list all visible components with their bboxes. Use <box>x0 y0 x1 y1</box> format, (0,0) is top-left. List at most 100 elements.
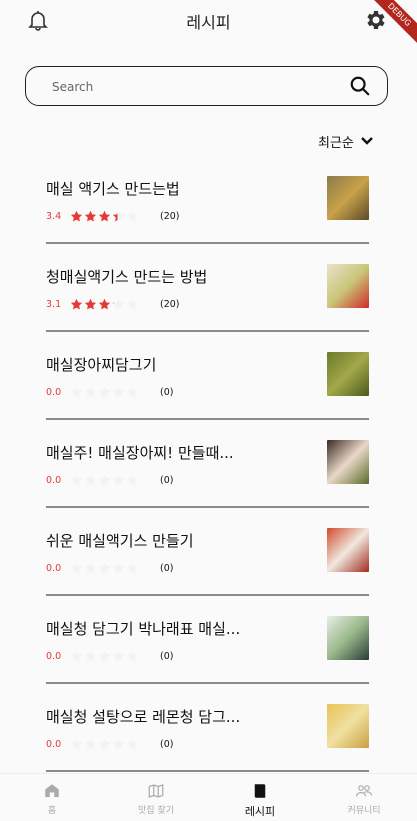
recipe-rating-row: 0.0 (0) <box>46 649 173 663</box>
star-icon <box>98 474 111 485</box>
page-title: 레시피 <box>186 13 231 32</box>
review-count: (0) <box>160 650 174 662</box>
star-icon <box>126 298 139 309</box>
star-icon <box>98 562 111 573</box>
recipe-item[interactable]: 매실청 설탕으로 레몬청 담그... 0.0 (0) <box>46 693 369 781</box>
star-icon <box>112 562 125 573</box>
recipe-item[interactable]: 매실주! 매실장아찌! 만들때... 0.0 (0) <box>46 429 369 517</box>
sort-label: 최근순 <box>318 135 354 151</box>
review-count: (20) <box>160 210 180 222</box>
recipe-thumbnail[interactable] <box>327 704 369 748</box>
nav-item-label: 커뮤니티 <box>347 806 381 816</box>
recipe-thumbnail[interactable] <box>327 616 369 660</box>
review-count: (0) <box>160 562 174 574</box>
recipe-rating-row: 0.0 (0) <box>46 561 173 575</box>
nav-item-label: 레시피 <box>244 805 276 818</box>
sort-dropdown[interactable]: 최근순 <box>318 131 374 151</box>
nav-item-label: 홈 <box>47 806 57 816</box>
search-icon[interactable] <box>349 75 371 97</box>
star-icon <box>70 650 83 661</box>
star-icon <box>98 210 111 221</box>
star-icon <box>98 298 111 309</box>
divider <box>46 594 369 596</box>
star-icon <box>112 650 125 661</box>
recipe-title: 매실청 설탕으로 레몬청 담그... <box>46 708 241 726</box>
divider <box>46 682 369 684</box>
star-icon <box>126 650 139 661</box>
map-icon <box>148 784 164 798</box>
recipe-rating-row: 0.0 (0) <box>46 473 173 487</box>
nav-item[interactable]: 레시피 <box>208 782 312 819</box>
rating-stars <box>70 298 160 311</box>
recipe-item[interactable]: 매실청 담그기 박나래표 매실... 0.0 (0) <box>46 605 369 693</box>
star-icon <box>84 386 97 397</box>
rating-value: 0.0 <box>46 650 62 662</box>
divider <box>46 506 369 508</box>
recipe-thumbnail[interactable] <box>327 528 369 572</box>
rating-value: 0.0 <box>46 562 62 574</box>
recipe-item[interactable]: 청매실액기스 만드는 방법 3.1 (20) <box>46 253 369 341</box>
search-bar <box>25 66 388 106</box>
people-icon <box>355 785 373 797</box>
star-icon <box>98 738 111 749</box>
rating-value: 0.0 <box>46 474 62 486</box>
star-icon <box>70 210 83 221</box>
star-icon <box>112 474 125 485</box>
app-bar: 레시피 <box>0 0 417 40</box>
search-input[interactable] <box>50 76 324 98</box>
star-icon <box>70 298 83 309</box>
rating-stars <box>70 386 160 399</box>
rating-stars <box>70 474 160 487</box>
nav-item[interactable]: 커뮤니티 <box>312 782 416 816</box>
star-icon <box>126 386 139 397</box>
divider <box>46 418 369 420</box>
recipe-title: 매실 액기스 만드는법 <box>46 180 180 198</box>
star-icon <box>112 210 125 221</box>
star-icon <box>84 474 97 485</box>
recipe-item[interactable]: 쉬운 매실액기스 만들기 0.0 (0) <box>46 517 369 605</box>
divider <box>46 770 369 772</box>
rating-stars <box>70 562 160 575</box>
debug-banner-label: DEBUG <box>365 0 417 49</box>
recipe-rating-row: 0.0 (0) <box>46 737 173 751</box>
recipe-title: 매실장아찌담그기 <box>46 356 157 374</box>
rating-value: 0.0 <box>46 738 62 750</box>
review-count: (20) <box>160 298 180 310</box>
star-icon <box>126 738 139 749</box>
star-icon <box>98 650 111 661</box>
recipe-item[interactable]: 매실 액기스 만드는법 3.4 (20) <box>46 165 369 253</box>
recipe-list: 매실 액기스 만드는법 3.4 (20) 청매실액기스 만드는 방법 3.1 (20) 매실… <box>46 165 369 781</box>
star-icon <box>84 298 97 309</box>
debug-banner: DEBUG <box>357 0 417 60</box>
star-icon <box>70 386 83 397</box>
book-icon <box>254 784 266 798</box>
rating-value: 3.1 <box>46 298 62 310</box>
rating-stars <box>70 738 160 751</box>
bottom-navigation: 홈 맛집 찾기 레시피 커뮤니티 <box>0 773 417 821</box>
recipe-thumbnail[interactable] <box>327 264 369 308</box>
recipe-rating-row: 0.0 (0) <box>46 385 173 399</box>
star-icon <box>126 562 139 573</box>
recipe-rating-row: 3.4 (20) <box>46 209 180 223</box>
star-icon <box>126 474 139 485</box>
star-icon <box>112 386 125 397</box>
chevron-down-icon <box>361 137 373 145</box>
recipe-thumbnail[interactable] <box>327 440 369 484</box>
recipe-title: 매실청 담그기 박나래표 매실... <box>46 620 241 638</box>
star-icon <box>70 474 83 485</box>
star-icon <box>70 738 83 749</box>
star-icon <box>126 210 139 221</box>
recipe-title: 매실주! 매실장아찌! 만들때... <box>46 444 234 462</box>
divider <box>46 330 369 332</box>
rating-stars <box>70 650 160 663</box>
recipe-thumbnail[interactable] <box>327 176 369 220</box>
recipe-thumbnail[interactable] <box>327 352 369 396</box>
star-icon <box>70 562 83 573</box>
nav-item[interactable]: 홈 <box>0 782 104 816</box>
recipe-item[interactable]: 매실장아찌담그기 0.0 (0) <box>46 341 369 429</box>
nav-item[interactable]: 맛집 찾기 <box>104 782 208 816</box>
rating-stars <box>70 210 160 223</box>
home-icon <box>45 784 59 797</box>
star-icon <box>84 650 97 661</box>
star-icon <box>112 298 125 309</box>
